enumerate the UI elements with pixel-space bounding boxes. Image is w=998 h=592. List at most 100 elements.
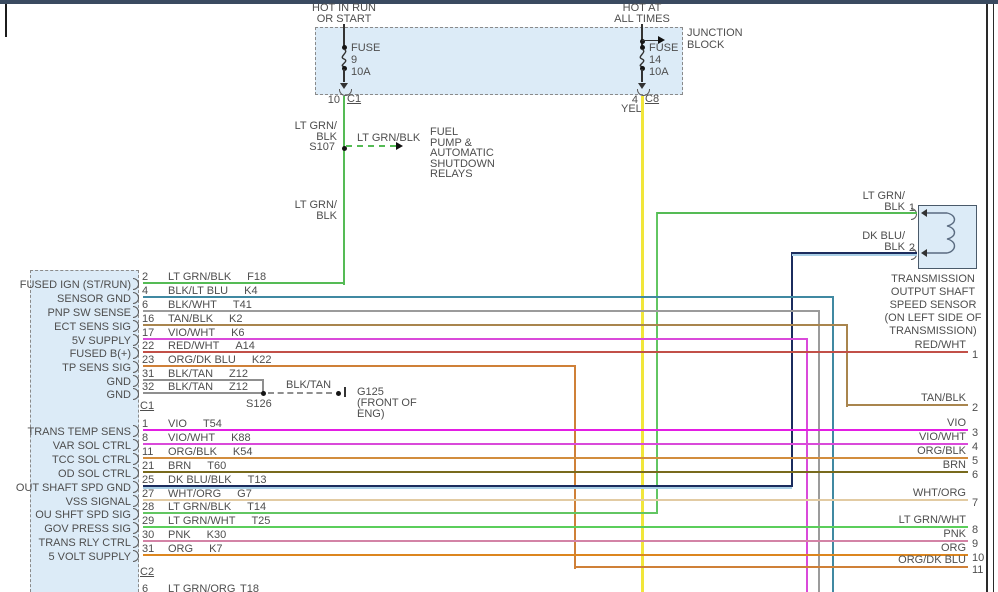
wire-segment — [656, 212, 658, 514]
circuit-code: Z12 — [229, 381, 248, 393]
wire-color-label: BLK/TANZ12 — [168, 381, 248, 393]
wire-color-label: VIO/WHT — [168, 432, 215, 444]
circuit-code: A14 — [235, 340, 255, 352]
wire-color-label: BLK/LT BLU — [168, 285, 228, 297]
connector-pin-number: 10 — [328, 94, 340, 106]
wire-color-label: PNK — [168, 529, 191, 541]
edge-pin-number: 3 — [972, 427, 978, 439]
pin-signal-label: FUSED B(+) — [70, 348, 131, 360]
junction-block-label-line1: JUNCTION — [687, 27, 743, 39]
junction-block-box — [315, 27, 683, 95]
pin-number: 8 — [142, 432, 148, 444]
wire-color-label: LT GRN/BLK — [168, 501, 231, 513]
circuit-code: K22 — [252, 354, 272, 366]
fuse-rating: 10A — [351, 66, 371, 78]
edge-wire-label: ORG/DK BLU — [898, 554, 966, 566]
wire-segment — [575, 566, 968, 568]
pin-signal-label: 5V SUPPLY — [72, 335, 131, 347]
circuit-code: G7 — [237, 488, 252, 500]
pin-number: 6 — [142, 583, 148, 592]
pin-signal-label: 5 VOLT SUPPLY — [48, 551, 131, 563]
circuit-code: T18 — [240, 583, 259, 592]
pin-signal-label: GOV PRESS SIG — [44, 523, 131, 535]
wire-segment — [143, 324, 847, 326]
tap-wire — [642, 40, 658, 42]
circuit-code: K30 — [207, 529, 227, 541]
top-window-edge — [0, 0, 998, 4]
wire-color-label: LT GRN/ORG — [168, 583, 235, 592]
wire-color-label: YEL — [621, 103, 642, 115]
edge-wire-label: VIO/WHT — [919, 431, 966, 443]
wire-color-label: LT GRN/BLK — [357, 132, 420, 144]
wire-segment — [143, 429, 968, 431]
edge-pin-number: 6 — [972, 469, 978, 481]
circuit-code: T14 — [247, 501, 266, 513]
pin-number: 30 — [142, 529, 154, 541]
circuit-code: F18 — [247, 271, 266, 283]
edge-pin-number: 10 — [972, 552, 984, 564]
edge-pin-number: 4 — [972, 441, 978, 453]
pin-signal-label: TRANS RLY CTRL — [38, 537, 131, 549]
circuit-code: K54 — [233, 446, 253, 458]
pin-number: 22 — [142, 340, 154, 352]
connector-arrow-icon — [921, 209, 927, 217]
wire-color-label: BLK/LT BLUK4 — [168, 285, 258, 297]
wire-color-label: BRN — [168, 460, 191, 472]
pin-number: 2 — [142, 271, 148, 283]
wire-segment — [574, 365, 576, 569]
sensor-caption: (ON LEFT SIDE OF — [863, 312, 998, 324]
pin-number: 25 — [142, 474, 154, 486]
pin-number: 21 — [142, 460, 154, 472]
wire-color-label: BLK/TANZ12 — [168, 368, 248, 380]
circuit-code: K2 — [229, 313, 242, 325]
edge-wire-label: PNK — [943, 528, 966, 540]
pin-number: 31 — [142, 368, 154, 380]
pin-number: 6 — [142, 299, 148, 311]
pin-number: 11 — [142, 446, 153, 458]
edge-pin-number: 11 — [972, 564, 983, 576]
wire-color-label: BLK/TAN — [286, 379, 331, 391]
wire-color-label: VIO — [168, 418, 187, 430]
wire-segment — [143, 554, 968, 556]
pin-number: 4 — [142, 285, 148, 297]
wire-color-label: TAN/BLK — [168, 313, 213, 325]
wire-segment — [846, 324, 848, 407]
pin-signal-label: TP SENS SIG — [62, 362, 131, 374]
branch-destination: RELAYS — [430, 168, 473, 180]
wiring-diagram: JUNCTION BLOCK HOT IN RUN OR START HOT A… — [0, 0, 998, 592]
wire-segment — [657, 212, 917, 214]
circuit-code: T54 — [203, 418, 222, 430]
wire-color-label: BLK/WHT — [168, 299, 217, 311]
pin-signal-label: GND — [107, 376, 131, 388]
pin-number: 1 — [142, 418, 148, 430]
pin-signal-label: TCC SOL CTRL — [52, 454, 131, 466]
feed-wire — [641, 69, 643, 82]
pin-number: 17 — [142, 327, 154, 339]
wire-segment — [143, 540, 968, 542]
wire-color-label: TAN/BLK K2 — [168, 313, 243, 325]
pin-number: 16 — [142, 313, 154, 325]
wire-color-label: DK BLU/BLK — [168, 474, 232, 486]
wire-segment — [143, 443, 968, 445]
wire-color-label: VIO/WHT — [168, 327, 215, 339]
circuit-code: T41 — [233, 299, 252, 311]
fuse-number: 9 — [351, 54, 357, 66]
junction-dot — [261, 391, 266, 396]
wire-segment — [143, 457, 968, 459]
wire-color-label: LT GRN/BLK — [168, 271, 231, 283]
circuit-code: T13 — [248, 474, 267, 486]
wire-segment — [791, 252, 793, 487]
connector-label: C2 — [140, 566, 154, 578]
wire-color-label: ORG/BLKK54 — [168, 446, 252, 458]
ground-location: ENG) — [357, 408, 385, 420]
circuit-code: T25 — [251, 515, 270, 527]
edge-wire-label: VIO — [947, 417, 966, 429]
feed-wire — [343, 24, 345, 46]
edge-pin-number: 2 — [972, 402, 978, 414]
right-arrow-icon — [658, 36, 665, 44]
pin-signal-label: VAR SOL CTRL — [53, 440, 131, 452]
circuit-code: K7 — [209, 543, 222, 555]
pin-signal-label: OU SHFT SPD SIG — [35, 509, 131, 521]
wire-color-label: VIO/WHTK6 — [168, 327, 245, 339]
wire-segment — [143, 351, 968, 353]
